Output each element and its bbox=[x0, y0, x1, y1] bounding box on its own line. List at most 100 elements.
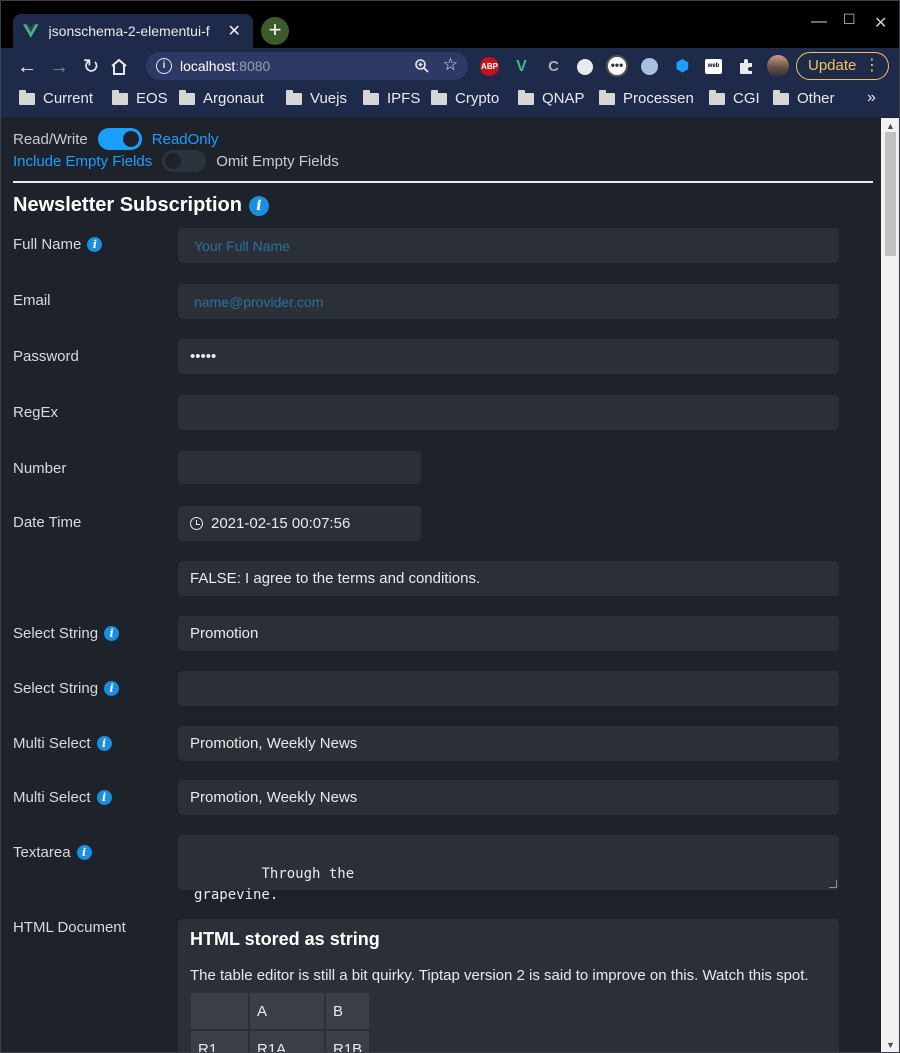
email-label: Email bbox=[13, 292, 51, 309]
bookmark-folder[interactable]: EOS bbox=[112, 89, 168, 107]
browser-window: jsonschema-2-elementui-f ✕ + — ☐ ✕ ← → ↻… bbox=[0, 0, 900, 1053]
page-scrollbar[interactable]: ▲ ▼ bbox=[881, 118, 899, 1052]
resize-handle-icon[interactable] bbox=[829, 880, 837, 888]
info-icon[interactable]: i bbox=[96, 790, 112, 805]
number-label: Number bbox=[13, 460, 67, 477]
table-cell[interactable]: A bbox=[250, 993, 324, 1029]
folder-icon bbox=[518, 89, 534, 105]
new-tab-button[interactable]: + bbox=[261, 17, 289, 45]
forward-icon[interactable]: → bbox=[45, 53, 73, 81]
folder-icon bbox=[179, 89, 195, 105]
password-input[interactable]: ••••• bbox=[178, 339, 839, 374]
readonly-label: ReadOnly bbox=[151, 130, 219, 148]
bookmark-folder[interactable]: Argonaut bbox=[179, 89, 264, 107]
select-string-label: Select String i bbox=[13, 625, 120, 642]
email-input[interactable]: name@provider.com bbox=[178, 284, 839, 319]
vue-devtools-extension-icon[interactable]: V bbox=[512, 57, 531, 76]
table-cell[interactable] bbox=[191, 993, 248, 1029]
info-icon[interactable]: i bbox=[248, 195, 269, 216]
full-name-input[interactable]: Your Full Name bbox=[178, 228, 839, 263]
minimize-icon[interactable]: — bbox=[811, 13, 827, 31]
folder-icon bbox=[599, 89, 615, 105]
table-cell[interactable]: R1A bbox=[250, 1031, 324, 1052]
maximize-icon[interactable]: ☐ bbox=[843, 11, 856, 28]
select-string-dropdown[interactable]: Promotion bbox=[178, 616, 839, 651]
bookmark-folder[interactable]: Processen bbox=[599, 89, 694, 107]
regex-input[interactable] bbox=[178, 395, 839, 430]
adblock-extension-icon[interactable]: ABP bbox=[480, 57, 499, 76]
folder-icon bbox=[773, 89, 789, 105]
url-port: :8080 bbox=[235, 58, 271, 74]
datetime-picker[interactable]: 2021-02-15 00:07:56 bbox=[178, 506, 421, 541]
bookmark-folder[interactable]: IPFS bbox=[363, 89, 420, 107]
textarea-label: Textarea i bbox=[13, 844, 92, 861]
readonly-switch[interactable] bbox=[97, 128, 142, 150]
c-extension-icon[interactable]: C bbox=[544, 57, 563, 76]
update-button[interactable]: Update ⋮ bbox=[796, 52, 889, 80]
doc-table[interactable]: A B R1 R1A R1B bbox=[189, 991, 371, 1052]
info-icon[interactable]: i bbox=[96, 736, 112, 751]
menu-dots-icon: ⋮ bbox=[864, 57, 880, 74]
html-document-label: HTML Document bbox=[13, 919, 126, 936]
table-cell[interactable]: B bbox=[326, 993, 370, 1029]
divider bbox=[13, 181, 873, 183]
circle-extension-icon[interactable] bbox=[641, 58, 658, 75]
select-string-dropdown-2[interactable] bbox=[178, 671, 839, 706]
browser-tab[interactable]: jsonschema-2-elementui-f ✕ bbox=[13, 14, 253, 48]
scroll-down-icon[interactable]: ▼ bbox=[886, 1040, 895, 1050]
reload-icon[interactable]: ↻ bbox=[77, 53, 105, 81]
info-icon[interactable]: i bbox=[76, 845, 92, 860]
dots-extension-icon[interactable]: ••• bbox=[606, 55, 628, 77]
regex-label: RegEx bbox=[13, 404, 59, 421]
textarea-input[interactable]: Through the grapevine. bbox=[178, 835, 839, 903]
tab-close-icon[interactable]: ✕ bbox=[226, 21, 243, 41]
multi-select-label: Multi Select i bbox=[13, 789, 112, 806]
read-write-label: Read/Write bbox=[13, 130, 88, 148]
password-label: Password bbox=[13, 348, 79, 365]
bookmark-folder[interactable]: Crypto bbox=[431, 89, 499, 107]
back-icon[interactable]: ← bbox=[13, 53, 41, 81]
info-icon[interactable]: i bbox=[104, 626, 120, 641]
number-input[interactable] bbox=[178, 451, 421, 484]
bookmark-folder[interactable]: Current bbox=[19, 89, 93, 107]
bookmark-star-icon[interactable]: ☆ bbox=[443, 55, 458, 75]
multi-select-dropdown-2[interactable]: Promotion, Weekly News bbox=[178, 780, 839, 815]
table-row: A B bbox=[191, 993, 370, 1029]
scrollbar-thumb[interactable] bbox=[885, 132, 896, 256]
web-extension-icon[interactable]: web bbox=[705, 59, 722, 74]
close-window-icon[interactable]: ✕ bbox=[874, 13, 887, 33]
zoom-icon[interactable] bbox=[414, 58, 430, 74]
multi-select-label: Multi Select i bbox=[13, 735, 112, 752]
folder-icon bbox=[112, 89, 128, 105]
url-host: localhost bbox=[180, 58, 236, 74]
cube-extension-icon[interactable]: ⬢ bbox=[673, 57, 692, 76]
html-document-editor[interactable]: HTML stored as string The table editor i… bbox=[178, 919, 839, 1052]
bookmark-folder[interactable]: QNAP bbox=[518, 89, 585, 107]
bookmark-folder[interactable]: Vuejs bbox=[286, 89, 347, 107]
profile-avatar[interactable] bbox=[767, 55, 789, 77]
multi-select-dropdown[interactable]: Promotion, Weekly News bbox=[178, 726, 839, 761]
table-cell[interactable]: R1 bbox=[191, 1031, 248, 1052]
bookmark-folder[interactable]: CGI bbox=[709, 89, 760, 107]
bookmark-folder[interactable]: Other bbox=[773, 89, 835, 107]
agree-checkbox-field[interactable]: FALSE: I agree to the terms and conditio… bbox=[178, 561, 839, 596]
folder-icon bbox=[709, 89, 725, 105]
play-extension-icon[interactable] bbox=[577, 59, 593, 75]
omit-empty-switch[interactable] bbox=[162, 150, 207, 172]
table-cell[interactable]: R1B bbox=[326, 1031, 370, 1052]
page-content: Read/Write ReadOnly Include Empty Fields… bbox=[1, 118, 881, 1052]
site-info-icon[interactable]: i bbox=[156, 58, 172, 74]
empty-fields-toggle-row: Include Empty Fields Omit Empty Fields bbox=[13, 150, 339, 172]
puzzle-extensions-icon[interactable] bbox=[737, 57, 756, 76]
table-row: R1 R1A R1B bbox=[191, 1031, 370, 1052]
scroll-up-icon[interactable]: ▲ bbox=[886, 121, 895, 131]
info-icon[interactable]: i bbox=[87, 237, 103, 252]
readwrite-toggle-row: Read/Write ReadOnly bbox=[13, 128, 218, 150]
info-icon[interactable]: i bbox=[104, 681, 120, 696]
bookmarks-overflow-icon[interactable]: » bbox=[867, 89, 876, 107]
address-bar[interactable]: i localhost :8080 ☆ bbox=[146, 52, 468, 80]
bookmarks-bar: Current EOS Argonaut Vuejs IPFS Crypto Q… bbox=[1, 85, 899, 117]
doc-heading: HTML stored as string bbox=[190, 929, 380, 949]
switch-knob bbox=[165, 153, 182, 169]
home-icon[interactable] bbox=[109, 57, 129, 77]
